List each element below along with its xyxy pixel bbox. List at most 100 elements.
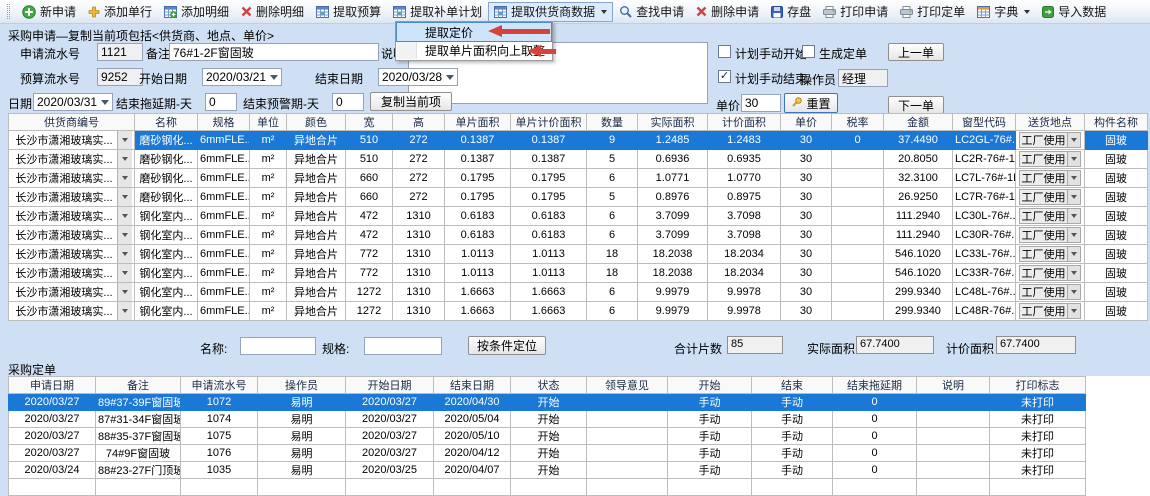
delivery-combo-cell[interactable]: 工厂使用: [1016, 245, 1085, 264]
grid-cell[interactable]: [587, 411, 668, 428]
chevron-down-icon[interactable]: [117, 188, 132, 206]
filter-name-input[interactable]: [240, 337, 316, 355]
table-row[interactable]: 长沙市潇湘玻璃实...钢化室内...6mmFLE...m²异地合片4721310…: [9, 207, 1148, 226]
grid-cell[interactable]: [511, 479, 587, 496]
grid-cell[interactable]: 74#9F窗固玻: [96, 445, 181, 462]
next-order-button[interactable]: 下一单: [888, 96, 944, 114]
grid-cell[interactable]: 易明: [258, 462, 346, 479]
delivery-combo-cell[interactable]: 工厂使用: [1016, 264, 1085, 283]
grid-cell[interactable]: 1.2485: [638, 131, 708, 150]
supplier-combo-cell[interactable]: 长沙市潇湘玻璃实...: [9, 131, 135, 150]
grid-cell[interactable]: 开始: [511, 462, 587, 479]
supplier-combo-cell[interactable]: 长沙市潇湘玻璃实...: [9, 188, 135, 207]
chevron-down-icon[interactable]: [117, 302, 132, 320]
delivery-combo-cell[interactable]: 工厂使用: [1016, 131, 1085, 150]
grid-cell[interactable]: [832, 188, 884, 207]
grid-cell[interactable]: LC2GL-76#...: [953, 131, 1016, 150]
grid-cell[interactable]: 1076: [181, 445, 258, 462]
column-header[interactable]: 申请日期: [9, 377, 96, 394]
grid-cell[interactable]: 固玻: [1085, 169, 1148, 188]
reset-button[interactable]: 重置: [784, 93, 838, 113]
grid-cell[interactable]: 磨砂钢化...: [135, 150, 198, 169]
grid-cell[interactable]: [181, 479, 258, 496]
grid-cell[interactable]: 30: [781, 169, 832, 188]
grid-cell[interactable]: 0.8976: [638, 188, 708, 207]
grid-cell[interactable]: 1.0771: [638, 169, 708, 188]
prev-order-button[interactable]: 上一单: [888, 43, 944, 61]
column-header[interactable]: 单片面积: [445, 114, 511, 131]
grid-cell[interactable]: 未打印: [990, 428, 1086, 445]
grid-cell[interactable]: 异地合片: [287, 150, 346, 169]
grid-cell[interactable]: 易明: [258, 411, 346, 428]
grid-cell[interactable]: 异地合片: [287, 302, 346, 321]
grid-cell[interactable]: 2020/03/27: [346, 411, 434, 428]
grid-cell[interactable]: 2020/04/30: [434, 394, 511, 411]
delivery-combo-cell[interactable]: 工厂使用: [1016, 283, 1085, 302]
grid-cell[interactable]: 钢化室内...: [135, 283, 198, 302]
column-header[interactable]: 宽: [346, 114, 393, 131]
chevron-down-icon[interactable]: [1067, 247, 1080, 261]
grid-cell[interactable]: 2020/03/27: [9, 445, 96, 462]
grid-cell[interactable]: 1.6663: [511, 302, 587, 321]
grid-cell[interactable]: 0.6183: [445, 207, 511, 226]
table-row[interactable]: 长沙市潇湘玻璃实...钢化室内...6mmFLE...m²异地合片1272131…: [9, 283, 1148, 302]
grid-cell[interactable]: 30: [781, 226, 832, 245]
grid-cell[interactable]: 开始: [511, 445, 587, 462]
grid-cell[interactable]: 1310: [393, 207, 445, 226]
column-header[interactable]: 结束日期: [434, 377, 511, 394]
locate-by-condition-button[interactable]: 按条件定位: [468, 336, 546, 355]
grid-cell[interactable]: [832, 226, 884, 245]
grid-cell[interactable]: 1.0113: [445, 245, 511, 264]
column-header[interactable]: 名称: [135, 114, 198, 131]
grid-cell[interactable]: 272: [393, 131, 445, 150]
chevron-down-icon[interactable]: [1067, 190, 1080, 204]
grid-cell[interactable]: 660: [346, 188, 393, 207]
grid-cell[interactable]: 1.6663: [511, 283, 587, 302]
grid-cell[interactable]: 9.9978: [708, 283, 781, 302]
grid-cell[interactable]: 开始: [511, 394, 587, 411]
grid-cell[interactable]: 1.6663: [445, 283, 511, 302]
grid-cell[interactable]: 510: [346, 131, 393, 150]
delivery-combo-cell[interactable]: 工厂使用: [1016, 302, 1085, 321]
grid-cell[interactable]: 660: [346, 169, 393, 188]
grid-cell[interactable]: 0.1387: [445, 150, 511, 169]
grid-cell[interactable]: 3.7099: [638, 207, 708, 226]
supplier-combo-cell[interactable]: 长沙市潇湘玻璃实...: [9, 169, 135, 188]
grid-cell[interactable]: LC33L-76#...: [953, 245, 1016, 264]
grid-cell[interactable]: 0: [833, 445, 917, 462]
grid-cell[interactable]: 固玻: [1085, 188, 1148, 207]
grid-cell[interactable]: 30: [781, 188, 832, 207]
column-header[interactable]: 单片计价面积: [511, 114, 587, 131]
grid-cell[interactable]: 111.2940: [884, 207, 953, 226]
grid-cell[interactable]: 0.1795: [511, 169, 587, 188]
table-row[interactable]: 长沙市潇湘玻璃实...钢化室内...6mmFLE...m²异地合片7721310…: [9, 245, 1148, 264]
grid-cell[interactable]: [258, 479, 346, 496]
grid-cell[interactable]: 1074: [181, 411, 258, 428]
grid-cell[interactable]: LC48R-76#...: [953, 302, 1016, 321]
grid-cell[interactable]: 2020/03/27: [9, 411, 96, 428]
grid-cell[interactable]: 0.1387: [445, 131, 511, 150]
grid-cell[interactable]: 0.6183: [445, 226, 511, 245]
grid-cell[interactable]: 9: [587, 131, 638, 150]
column-header[interactable]: 计价面积: [708, 114, 781, 131]
grid-cell[interactable]: 6mmFLE...: [198, 245, 250, 264]
grid-cell[interactable]: 钢化室内...: [135, 302, 198, 321]
grid-cell[interactable]: 18.2038: [638, 264, 708, 283]
grid-cell[interactable]: 6mmFLE...: [198, 150, 250, 169]
grid-cell[interactable]: 3.7098: [708, 207, 781, 226]
grid-cell[interactable]: 1.0113: [445, 264, 511, 283]
grid-cell[interactable]: 固玻: [1085, 283, 1148, 302]
column-header[interactable]: 实际面积: [638, 114, 708, 131]
grid-cell[interactable]: 30: [781, 302, 832, 321]
grid-cell[interactable]: [587, 394, 668, 411]
column-header[interactable]: 操作员: [258, 377, 346, 394]
grid-cell[interactable]: 1310: [393, 245, 445, 264]
grid-cell[interactable]: 472: [346, 207, 393, 226]
end-warn-field[interactable]: [332, 93, 364, 111]
grid-cell[interactable]: 6mmFLE...: [198, 302, 250, 321]
grid-cell[interactable]: 未打印: [990, 462, 1086, 479]
grid-cell[interactable]: 299.9340: [884, 302, 953, 321]
grid-cell[interactable]: [752, 479, 833, 496]
grid-cell[interactable]: LC30L-76#...: [953, 207, 1016, 226]
grid-cell[interactable]: LC30R-76#...: [953, 226, 1016, 245]
